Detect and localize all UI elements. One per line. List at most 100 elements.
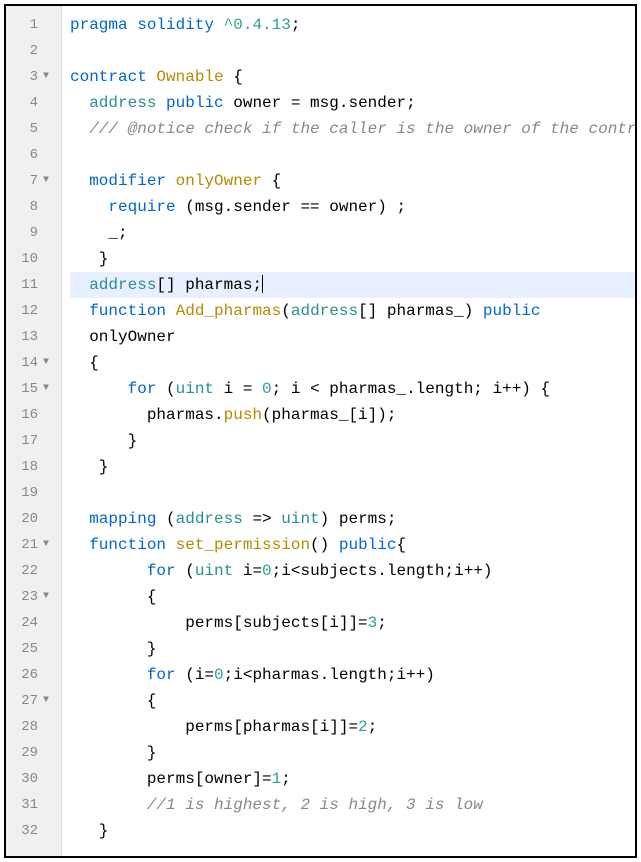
code-line[interactable]: perms[owner]=1; <box>70 766 635 792</box>
token-p <box>70 562 147 580</box>
code-line[interactable]: { <box>70 584 635 610</box>
token-num: 3 <box>368 614 378 632</box>
gutter-row: 25 <box>6 636 61 662</box>
code-line[interactable]: } <box>70 454 635 480</box>
token-p: } <box>70 744 156 762</box>
fold-icon[interactable]: ▼ <box>38 696 54 706</box>
token-type: address <box>89 94 156 112</box>
fold-icon[interactable]: ▼ <box>38 384 54 394</box>
code-line[interactable]: perms[subjects[i]]=3; <box>70 610 635 636</box>
token-num: 2 <box>358 718 368 736</box>
gutter-row: 6 <box>6 142 61 168</box>
code-line[interactable]: /// @notice check if the caller is the o… <box>70 116 635 142</box>
code-line[interactable]: perms[pharmas[i]]=2; <box>70 714 635 740</box>
token-p: (msg.sender == owner) ; <box>176 198 406 216</box>
line-number: 18 <box>6 459 38 475</box>
code-area[interactable]: pragma solidity ^0.4.13; contract Ownable… <box>62 6 635 856</box>
code-line[interactable]: for (i=0;i<pharmas.length;i++) <box>70 662 635 688</box>
code-line[interactable]: _; <box>70 220 635 246</box>
token-kw: pragma <box>70 16 128 34</box>
code-line[interactable]: } <box>70 428 635 454</box>
token-p: ; i < pharmas_.length; i++) { <box>272 380 550 398</box>
code-line[interactable] <box>70 480 635 506</box>
token-kw: contract <box>70 68 147 86</box>
token-num: 0 <box>262 380 272 398</box>
code-line[interactable]: pharmas.push(pharmas_[i]); <box>70 402 635 428</box>
gutter-row: 27▼ <box>6 688 61 714</box>
code-line[interactable]: require (msg.sender == owner) ; <box>70 194 635 220</box>
gutter-row: 13 <box>6 324 61 350</box>
token-kw: for <box>147 666 176 684</box>
fold-icon[interactable]: ▼ <box>38 72 54 82</box>
code-line[interactable]: address[] pharmas; <box>70 272 635 298</box>
code-line[interactable]: for (uint i=0;i<subjects.length;i++) <box>70 558 635 584</box>
fold-icon[interactable]: ▼ <box>38 176 54 186</box>
token-comment: //1 is highest, 2 is high, 3 is low <box>147 796 483 814</box>
gutter-row: 15▼ <box>6 376 61 402</box>
token-kw: require <box>108 198 175 216</box>
code-line[interactable]: mapping (address => uint) perms; <box>70 506 635 532</box>
code-line[interactable]: modifier onlyOwner { <box>70 168 635 194</box>
token-p: ( <box>176 562 195 580</box>
line-number: 2 <box>6 43 38 59</box>
token-p: ; <box>281 770 291 788</box>
line-number: 17 <box>6 433 38 449</box>
gutter-row: 10 <box>6 246 61 272</box>
line-number: 20 <box>6 511 38 527</box>
line-number: 13 <box>6 329 38 345</box>
token-kw: function <box>89 536 166 554</box>
code-line[interactable]: { <box>70 688 635 714</box>
line-number: 4 <box>6 95 38 111</box>
gutter-row: 12 <box>6 298 61 324</box>
token-p <box>70 302 89 320</box>
token-p: } <box>70 250 108 268</box>
code-line[interactable]: } <box>70 740 635 766</box>
code-line[interactable]: } <box>70 636 635 662</box>
code-line[interactable]: contract Ownable { <box>70 64 635 90</box>
code-line[interactable]: onlyOwner <box>70 324 635 350</box>
code-line[interactable]: function set_permission() public{ <box>70 532 635 558</box>
token-p: pharmas. <box>70 406 224 424</box>
line-number: 25 <box>6 641 38 657</box>
token-kw: solidity <box>137 16 214 34</box>
token-p: i = <box>214 380 262 398</box>
code-line[interactable] <box>70 142 635 168</box>
fold-icon[interactable]: ▼ <box>38 358 54 368</box>
line-number: 23 <box>6 589 38 605</box>
gutter-row: 8 <box>6 194 61 220</box>
token-kw: mapping <box>89 510 156 528</box>
gutter: 123▼4567▼891011121314▼15▼161718192021▼22… <box>6 6 62 856</box>
line-number: 12 <box>6 303 38 319</box>
token-p <box>70 510 89 528</box>
line-number: 3 <box>6 69 38 85</box>
token-type: address <box>176 510 243 528</box>
token-p: { <box>70 588 156 606</box>
line-number: 29 <box>6 745 38 761</box>
text-cursor <box>262 275 263 293</box>
token-kw: for <box>147 562 176 580</box>
token-p: ; <box>377 614 387 632</box>
line-number: 6 <box>6 147 38 163</box>
token-p: } <box>70 822 108 840</box>
token-type: uint <box>195 562 233 580</box>
code-line[interactable]: pragma solidity ^0.4.13; <box>70 12 635 38</box>
code-line[interactable]: } <box>70 818 635 844</box>
code-line[interactable]: } <box>70 246 635 272</box>
line-number: 7 <box>6 173 38 189</box>
token-type: address <box>89 276 156 294</box>
code-line[interactable]: { <box>70 350 635 376</box>
code-line[interactable]: address public owner = msg.sender; <box>70 90 635 116</box>
code-line[interactable] <box>70 38 635 64</box>
token-p: ; <box>291 16 301 34</box>
token-p <box>70 380 128 398</box>
token-p <box>166 302 176 320</box>
token-p <box>70 796 147 814</box>
line-number: 32 <box>6 823 38 839</box>
fold-icon[interactable]: ▼ <box>38 592 54 602</box>
code-line[interactable]: function Add_pharmas(address[] pharmas_)… <box>70 298 635 324</box>
code-line[interactable]: //1 is highest, 2 is high, 3 is low <box>70 792 635 818</box>
token-p: => <box>243 510 281 528</box>
line-number: 16 <box>6 407 38 423</box>
code-line[interactable]: for (uint i = 0; i < pharmas_.length; i+… <box>70 376 635 402</box>
fold-icon[interactable]: ▼ <box>38 540 54 550</box>
